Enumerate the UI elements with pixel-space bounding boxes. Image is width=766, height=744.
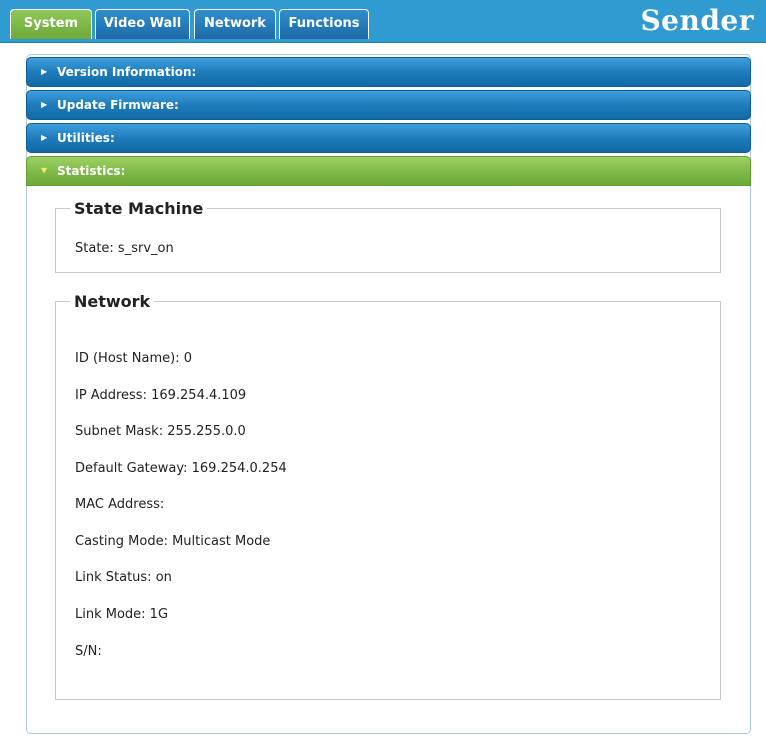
accordion-label: Statistics: — [57, 164, 126, 178]
brand-title: Sender — [640, 4, 754, 37]
triangle-right-icon: ▶ — [41, 133, 48, 142]
ip-address-value: IP Address: 169.254.4.109 — [75, 388, 247, 403]
link-status-value: Link Status: on — [75, 570, 172, 585]
tab-functions[interactable]: Functions — [279, 9, 369, 39]
mac-address-value: MAC Address: — [75, 497, 165, 512]
triangle-right-icon: ▶ — [41, 100, 48, 109]
serial-number-value: S/N: — [75, 644, 102, 659]
accordion-statistics[interactable]: ▼ Statistics: — [26, 156, 751, 186]
top-navigation-bar: System Video Wall Network Functions Send… — [0, 0, 766, 43]
tab-video-wall[interactable]: Video Wall — [95, 9, 190, 39]
link-mode-value: Link Mode: 1G — [75, 607, 169, 622]
accordion-version-information[interactable]: ▶ Version Information: — [26, 57, 751, 87]
state-machine-title: State Machine — [74, 199, 204, 218]
network-title: Network — [74, 292, 151, 311]
subnet-mask-value: Subnet Mask: 255.255.0.0 — [75, 424, 246, 439]
default-gateway-value: Default Gateway: 169.254.0.254 — [75, 461, 287, 476]
host-name-value: ID (Host Name): 0 — [75, 351, 192, 366]
accordion-label: Utilities: — [57, 131, 115, 145]
accordion-label: Update Firmware: — [57, 98, 179, 112]
accordion-update-firmware[interactable]: ▶ Update Firmware: — [26, 90, 751, 120]
triangle-right-icon: ▶ — [41, 67, 48, 76]
casting-mode-value: Casting Mode: Multicast Mode — [75, 534, 271, 549]
tab-system[interactable]: System — [10, 9, 92, 39]
state-machine-group: State Machine — [55, 199, 721, 273]
accordion-label: Version Information: — [57, 65, 197, 79]
state-value: State: s_srv_on — [75, 241, 174, 256]
tab-network[interactable]: Network — [194, 9, 276, 39]
accordion-utilities[interactable]: ▶ Utilities: — [26, 123, 751, 153]
triangle-down-icon: ▼ — [41, 166, 48, 175]
